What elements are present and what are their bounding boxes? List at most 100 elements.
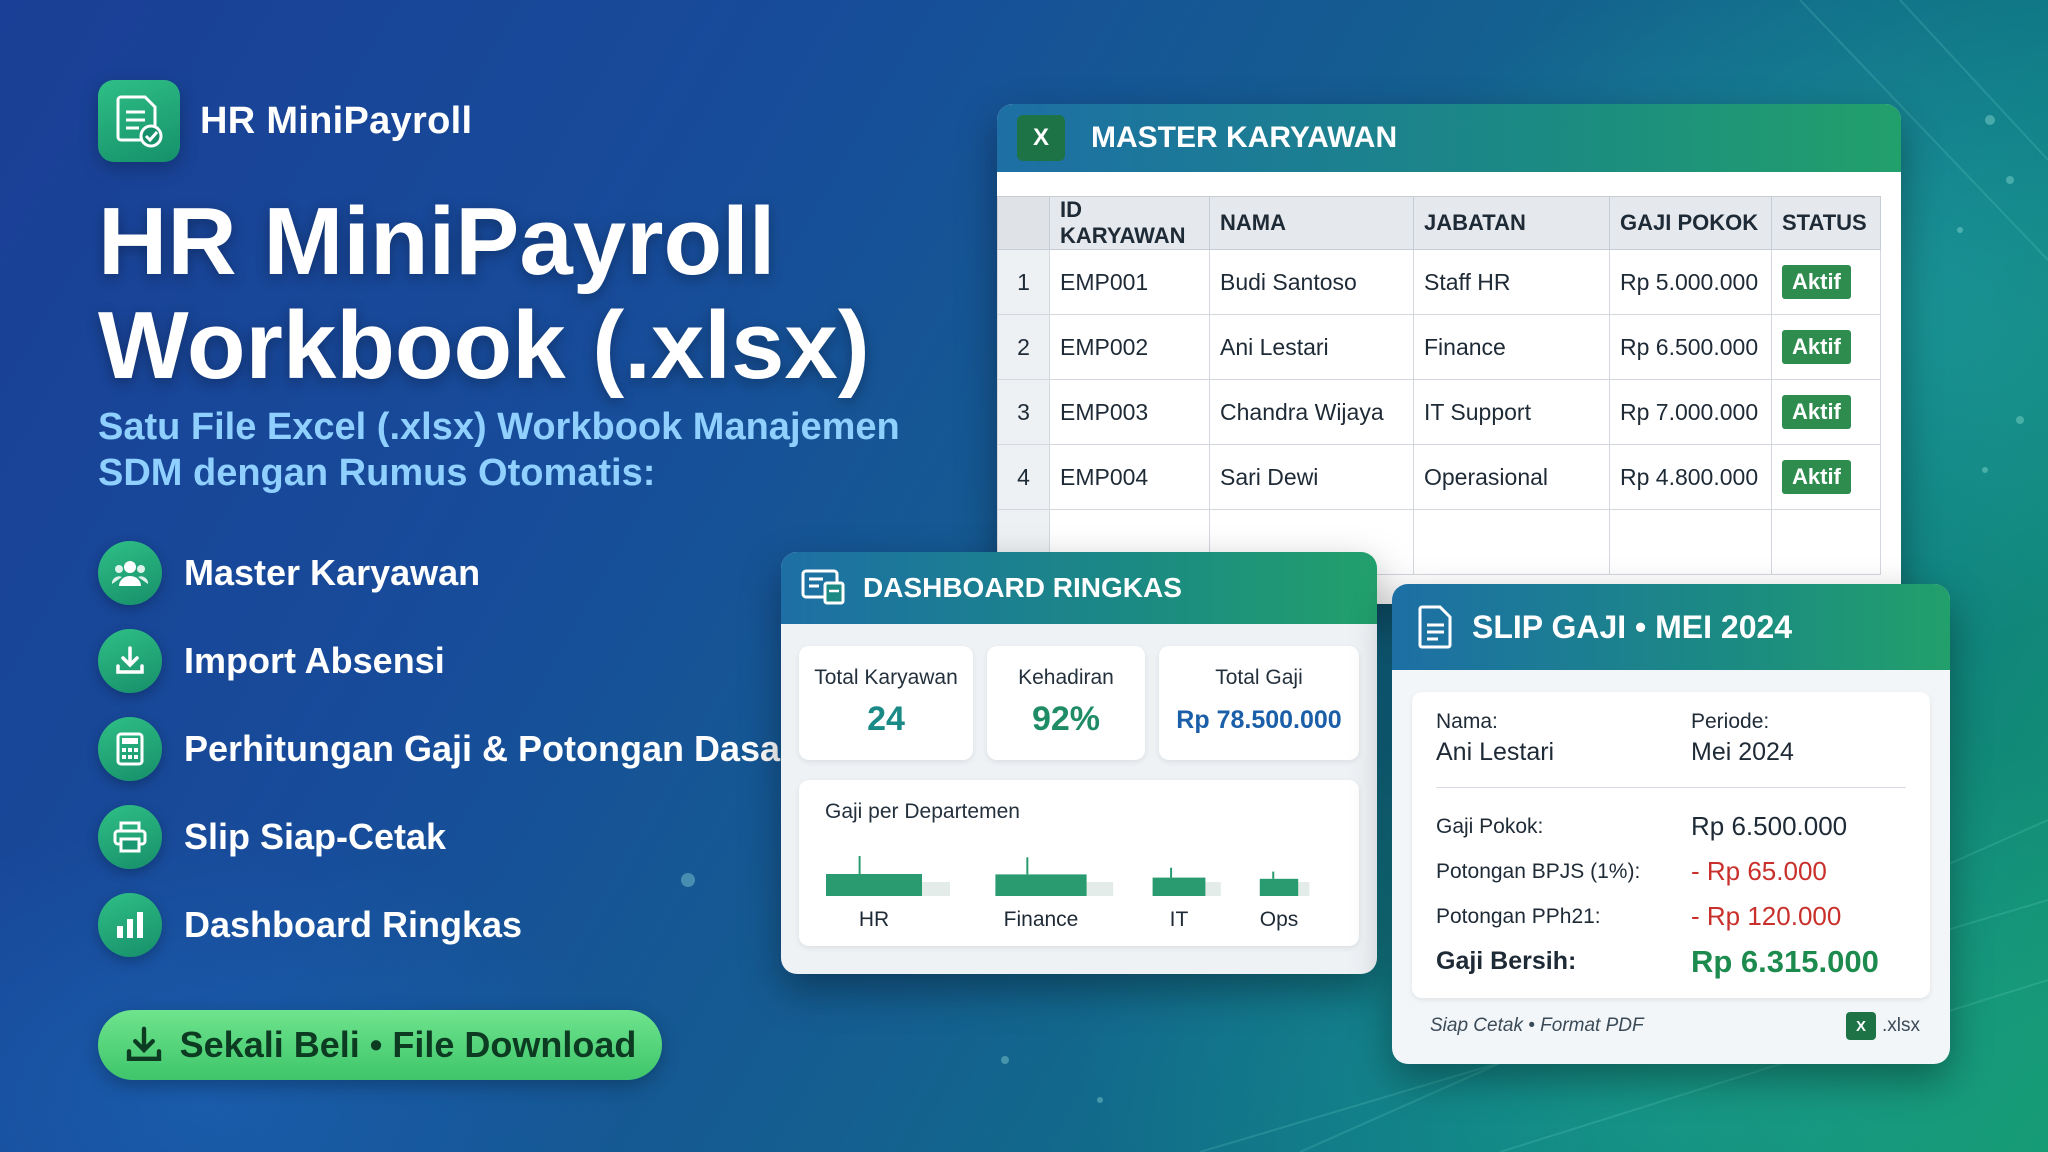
empty-cell[interactable] xyxy=(1771,509,1881,575)
bar-chart-icon xyxy=(98,893,162,957)
slip-body: Nama: Ani Lestari Periode: Mei 2024 Gaji… xyxy=(1412,692,1930,998)
cell-status[interactable]: Aktif xyxy=(1771,444,1881,510)
cell-gaji[interactable]: Rp 5.000.000 xyxy=(1609,249,1772,315)
salary-chart: Gaji per Departemen HR Finance IT Ops xyxy=(799,780,1359,946)
feature-item: Master Karyawan xyxy=(98,540,794,606)
table-row[interactable]: 4 EMP004 Sari Dewi Operasional Rp 4.800.… xyxy=(997,444,1881,510)
cell-gaji[interactable]: Rp 6.500.000 xyxy=(1609,314,1772,380)
cell-status[interactable]: Aktif xyxy=(1771,249,1881,315)
empty-cell[interactable] xyxy=(1413,509,1610,575)
feature-label: Slip Siap-Cetak xyxy=(184,816,447,857)
kpi-row: Total Karyawan 24 Kehadiran 92% Total Ga… xyxy=(781,624,1377,760)
column-header[interactable]: GAJI POKOK xyxy=(1609,196,1772,250)
feature-item: Perhitungan Gaji & Potongan Dasar xyxy=(98,716,794,782)
cell-nama[interactable]: Sari Dewi xyxy=(1209,444,1414,510)
slip-header: SLIP GAJI • MEI 2024 xyxy=(1392,584,1950,670)
chart-bar xyxy=(1259,878,1299,896)
master-karyawan-header: X MASTER KARYAWAN xyxy=(997,104,1901,172)
chart-category-label: Ops xyxy=(1260,908,1299,931)
hero-title-line-2: Workbook (.xlsx) xyxy=(98,292,870,399)
cell-nama[interactable]: Chandra Wijaya xyxy=(1209,379,1414,445)
cell-jabatan[interactable]: IT Support xyxy=(1413,379,1610,445)
line-value: - Rp 65.000 xyxy=(1691,856,1827,886)
slip-line-gaji-pokok: Gaji Pokok: Rp 6.500.000 xyxy=(1436,804,1906,849)
status-badge: Aktif xyxy=(1782,460,1851,494)
hero-title-line-1: HR MiniPayroll xyxy=(98,188,776,295)
column-header[interactable]: NAMA xyxy=(1209,196,1414,250)
kpi-total-gaji: Total Gaji Rp 78.500.000 xyxy=(1159,646,1359,760)
brand: HR MiniPayroll xyxy=(98,80,472,162)
employee-table: ID KARYAWAN NAMA JABATAN GAJI POKOK STAT… xyxy=(997,196,1881,575)
xlsx-tag: X .xlsx xyxy=(1846,1012,1920,1040)
total-value: Rp 6.315.000 xyxy=(1691,943,1879,979)
slip-footer: Siap Cetak • Format PDF X .xlsx xyxy=(1430,1012,1920,1040)
print-format-note: Siap Cetak • Format PDF xyxy=(1430,1015,1644,1036)
feature-label: Perhitungan Gaji & Potongan Dasar xyxy=(184,728,795,769)
line-label: Gaji Pokok: xyxy=(1436,814,1544,838)
select-all-corner[interactable] xyxy=(997,196,1050,250)
kpi-label: Total Gaji xyxy=(1215,666,1303,689)
cell-id[interactable]: EMP004 xyxy=(1049,444,1210,510)
chart-bar xyxy=(995,874,1087,896)
calculator-icon xyxy=(98,717,162,781)
cell-jabatan[interactable]: Operasional xyxy=(1413,444,1610,510)
cell-id[interactable]: EMP001 xyxy=(1049,249,1210,315)
buy-download-button[interactable]: Sekali Beli • File Download xyxy=(98,1010,662,1080)
row-number: 2 xyxy=(997,314,1050,380)
cell-gaji[interactable]: Rp 7.000.000 xyxy=(1609,379,1772,445)
cell-status[interactable]: Aktif xyxy=(1771,379,1881,445)
empty-cell[interactable] xyxy=(1609,509,1772,575)
cell-status[interactable]: Aktif xyxy=(1771,314,1881,380)
line-label: Potongan PPh21: xyxy=(1436,904,1601,928)
dashboard-ringkas-card: DASHBOARD RINGKAS Total Karyawan 24 Keha… xyxy=(781,552,1377,974)
cell-jabatan[interactable]: Finance xyxy=(1413,314,1610,380)
table-row[interactable]: 3 EMP003 Chandra Wijaya IT Support Rp 7.… xyxy=(997,379,1881,445)
cell-nama[interactable]: Ani Lestari xyxy=(1209,314,1414,380)
brand-name: HR MiniPayroll xyxy=(200,99,473,142)
cta-label: Sekali Beli • File Download xyxy=(179,1024,637,1065)
chart-bar xyxy=(1152,877,1206,896)
chart-plot: HR Finance IT Ops xyxy=(826,856,1310,931)
printer-icon xyxy=(98,805,162,869)
column-header[interactable]: JABATAN xyxy=(1413,196,1610,250)
excel-icon: X xyxy=(1017,115,1075,161)
feature-item: Dashboard Ringkas xyxy=(98,892,794,958)
cell-nama[interactable]: Budi Santoso xyxy=(1209,249,1414,315)
periode-value: Mei 2024 xyxy=(1691,738,1794,766)
nama-label: Nama: xyxy=(1436,710,1498,733)
kpi-value: 92% xyxy=(1031,700,1101,738)
column-header[interactable]: STATUS xyxy=(1771,196,1881,250)
nama-value: Ani Lestari xyxy=(1436,738,1555,766)
dashboard-header: DASHBOARD RINGKAS xyxy=(781,552,1377,624)
row-number: 3 xyxy=(997,379,1050,445)
table-row[interactable]: 2 EMP002 Ani Lestari Finance Rp 6.500.00… xyxy=(997,314,1881,380)
cell-gaji[interactable]: Rp 4.800.000 xyxy=(1609,444,1772,510)
employee-sheet: ID KARYAWAN NAMA JABATAN GAJI POKOK STAT… xyxy=(997,196,1881,575)
kpi-label: Total Karyawan xyxy=(814,666,958,689)
hero-subtitle-line-2: SDM dengan Rumus Otomatis: xyxy=(98,452,656,494)
column-header[interactable]: ID KARYAWAN xyxy=(1049,196,1210,250)
chart-category-label: HR xyxy=(859,908,889,931)
xlsx-label: .xlsx xyxy=(1882,1015,1920,1036)
status-badge: Aktif xyxy=(1782,330,1851,364)
feature-label: Dashboard Ringkas xyxy=(184,904,523,945)
cell-id[interactable]: EMP002 xyxy=(1049,314,1210,380)
chart-category-label: IT xyxy=(1170,908,1189,931)
slip-gaji-card: SLIP GAJI • MEI 2024 Nama: Ani Lestari P… xyxy=(1392,584,1950,1064)
hero-subtitle: Satu File Excel (.xlsx) Workbook Manajem… xyxy=(98,404,938,496)
hero-title: HR MiniPayroll Workbook (.xlsx) xyxy=(98,190,958,398)
feature-item: Import Absensi xyxy=(98,628,794,694)
document-icon xyxy=(1418,605,1452,649)
download-icon xyxy=(98,629,162,693)
cell-jabatan[interactable]: Staff HR xyxy=(1413,249,1610,315)
row-number: 1 xyxy=(997,249,1050,315)
table-header-row: ID KARYAWAN NAMA JABATAN GAJI POKOK STAT… xyxy=(997,196,1881,250)
periode-label: Periode: xyxy=(1691,710,1770,733)
cell-id[interactable]: EMP003 xyxy=(1049,379,1210,445)
document-check-icon xyxy=(98,80,180,162)
table-row[interactable]: 1 EMP001 Budi Santoso Staff HR Rp 5.000.… xyxy=(997,249,1881,315)
slip-line-pph21: Potongan PPh21: - Rp 120.000 xyxy=(1436,894,1906,939)
dashboard-icon xyxy=(801,569,845,605)
kpi-label: Kehadiran xyxy=(1018,666,1114,689)
status-badge: Aktif xyxy=(1782,265,1851,299)
